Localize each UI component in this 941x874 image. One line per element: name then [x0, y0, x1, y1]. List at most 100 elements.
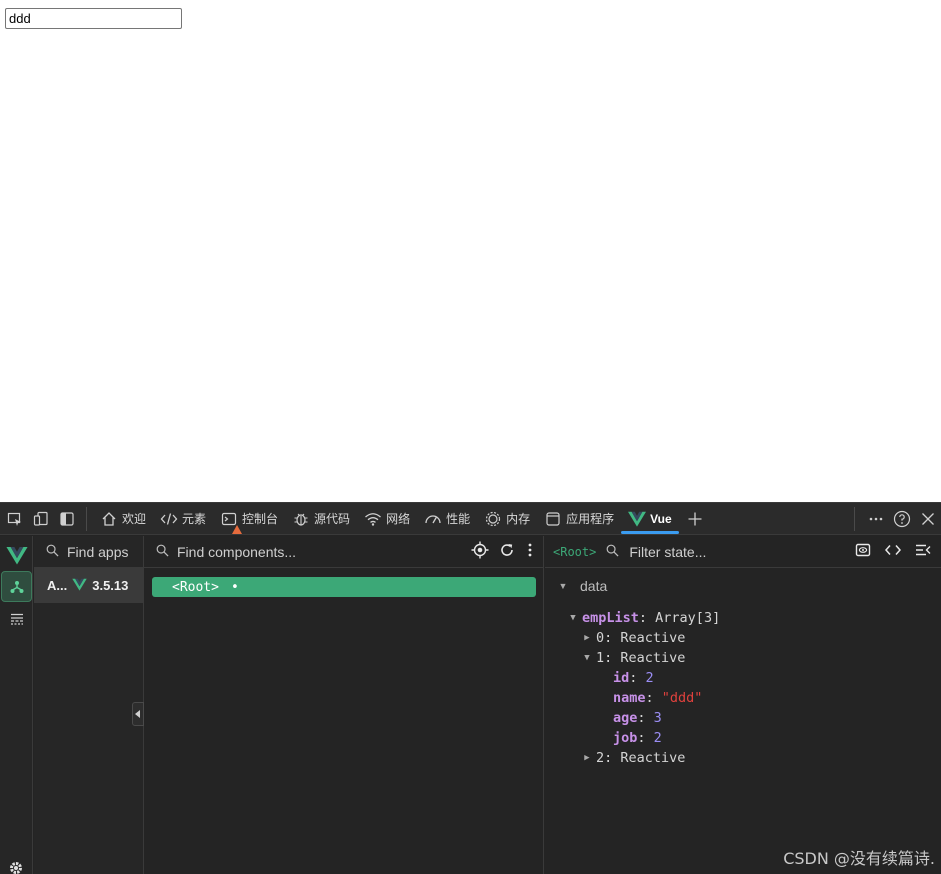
more-vertical-icon[interactable]	[525, 542, 535, 561]
code-icon	[160, 510, 178, 528]
state-key: 2	[596, 750, 605, 766]
find-components-placeholder: Find components...	[177, 543, 297, 560]
tab-network[interactable]: 网络	[357, 503, 417, 535]
tab-memory[interactable]: 内存	[477, 503, 537, 535]
tab-elements[interactable]: 元素	[153, 503, 213, 535]
tab-label: 源代码	[314, 512, 351, 526]
close-icon[interactable]	[915, 506, 941, 532]
tab-label: 应用程序	[566, 512, 615, 526]
state-value[interactable]: "ddd"	[662, 688, 703, 708]
timeline-icon[interactable]	[1, 603, 32, 634]
refresh-icon[interactable]	[499, 542, 515, 561]
app-version: 3.5.13	[92, 578, 129, 593]
state-section-data[interactable]: ▼ data	[557, 578, 608, 594]
wifi-icon	[364, 510, 382, 528]
inspect-element-icon[interactable]	[4, 508, 26, 530]
state-key: empList	[582, 610, 639, 626]
root-component-label: <Root>	[172, 579, 219, 595]
state-key: name	[613, 690, 646, 706]
state-row-id[interactable]: id: 2	[545, 668, 941, 688]
help-icon[interactable]	[889, 506, 915, 532]
memory-icon	[484, 510, 502, 528]
state-value[interactable]: 3	[654, 708, 662, 728]
devtools-panel: 欢迎 元素 控制台 源代码 网络 性能 内存 应用程序 Vue Find app…	[0, 502, 941, 874]
search-icon	[606, 544, 619, 560]
open-in-editor-icon[interactable]	[884, 543, 902, 560]
components-actions	[471, 541, 543, 562]
select-component-target-icon[interactable]	[471, 541, 489, 562]
colon: :	[637, 710, 654, 726]
collapse-panel-handle[interactable]	[132, 702, 144, 726]
search-icon	[46, 544, 59, 560]
tabbar-separator	[854, 506, 855, 531]
state-key: 1	[596, 650, 605, 666]
find-apps-search[interactable]: Find apps	[34, 536, 143, 568]
state-row-age[interactable]: age: 3	[545, 708, 941, 728]
tab-vue[interactable]: Vue	[621, 503, 679, 535]
colon: :	[638, 610, 656, 626]
device-emulation-icon[interactable]	[30, 508, 52, 530]
tab-label: 欢迎	[122, 512, 147, 526]
colon: :	[604, 630, 621, 646]
vue-side-rail	[0, 536, 33, 874]
find-components-search[interactable]: Find components...	[144, 536, 543, 568]
browser-viewport: 欢迎 元素 控制台 源代码 网络 性能	[0, 0, 941, 874]
state-key: job	[613, 730, 638, 746]
component-tree-root[interactable]: <Root> •	[152, 577, 536, 597]
state-row-job[interactable]: job: 2	[545, 728, 941, 748]
components-tree-icon[interactable]	[1, 571, 32, 602]
state-breadcrumb[interactable]: <Root>	[553, 545, 596, 559]
state-key: 0	[596, 630, 605, 646]
filter-state-placeholder: Filter state...	[629, 543, 707, 560]
tab-performance[interactable]: 性能	[417, 503, 477, 535]
root-component-dot: •	[230, 579, 239, 595]
tab-sources[interactable]: 源代码	[285, 503, 357, 535]
application-icon	[544, 510, 562, 528]
expanded-arrow-icon: ▼	[584, 653, 590, 663]
page-text-input[interactable]	[5, 8, 182, 29]
colon: :	[645, 690, 662, 706]
vue-logo-icon	[72, 578, 87, 594]
state-row-item2[interactable]: ▶ 2: Reactive	[545, 748, 941, 768]
tabbar-right-actions	[854, 503, 941, 535]
state-inspector: <Root> Filter state... ▼ data ▼ empList …	[545, 536, 941, 874]
dock-side-icon[interactable]	[56, 508, 78, 530]
more-options-icon[interactable]	[863, 506, 889, 532]
state-actions	[855, 543, 941, 560]
tab-label: 内存	[506, 512, 531, 526]
state-row-emplist[interactable]: ▼ empList: Array[3]	[545, 608, 941, 628]
devtools-tabbar: 欢迎 元素 控制台 源代码 网络 性能 内存 应用程序 Vue	[0, 503, 941, 535]
state-row-item0[interactable]: ▶ 0: Reactive	[545, 628, 941, 648]
state-value[interactable]: 2	[654, 728, 662, 748]
vue-devtools: Find apps A... 3.5.13 Find components...	[0, 536, 941, 874]
collapse-list-icon[interactable]	[915, 543, 931, 560]
state-type: Reactive	[620, 750, 686, 766]
tab-welcome[interactable]: 欢迎	[93, 503, 153, 535]
home-icon	[100, 510, 118, 528]
colon: :	[604, 750, 621, 766]
tab-console[interactable]: 控制台	[213, 503, 285, 535]
plus-icon	[686, 510, 704, 528]
warning-icon	[232, 524, 243, 534]
tab-label: 性能	[446, 512, 471, 526]
tabbar-separator	[86, 506, 87, 531]
find-apps-placeholder: Find apps	[67, 543, 129, 560]
section-label: data	[580, 578, 608, 594]
search-icon	[156, 544, 169, 560]
tab-label: 控制台	[242, 512, 279, 526]
add-tab-button[interactable]	[679, 503, 711, 535]
filter-state-search[interactable]: <Root> Filter state...	[545, 536, 941, 568]
tab-application[interactable]: 应用程序	[537, 503, 621, 535]
state-row-name[interactable]: name: "ddd"	[545, 688, 941, 708]
collapsed-arrow-icon: ▶	[584, 633, 590, 643]
state-row-item1[interactable]: ▼ 1: Reactive	[545, 648, 941, 668]
bug-icon	[292, 510, 310, 528]
colon: :	[637, 730, 654, 746]
settings-gear-icon[interactable]	[8, 860, 24, 874]
components-panel: Find components... <Root> •	[132, 536, 544, 874]
console-icon	[220, 510, 243, 534]
scroll-to-component-icon[interactable]	[855, 543, 871, 560]
app-item[interactable]: A... 3.5.13	[34, 568, 143, 603]
state-value[interactable]: 2	[646, 668, 654, 688]
collapse-arrow-icon: ▼	[558, 581, 568, 591]
